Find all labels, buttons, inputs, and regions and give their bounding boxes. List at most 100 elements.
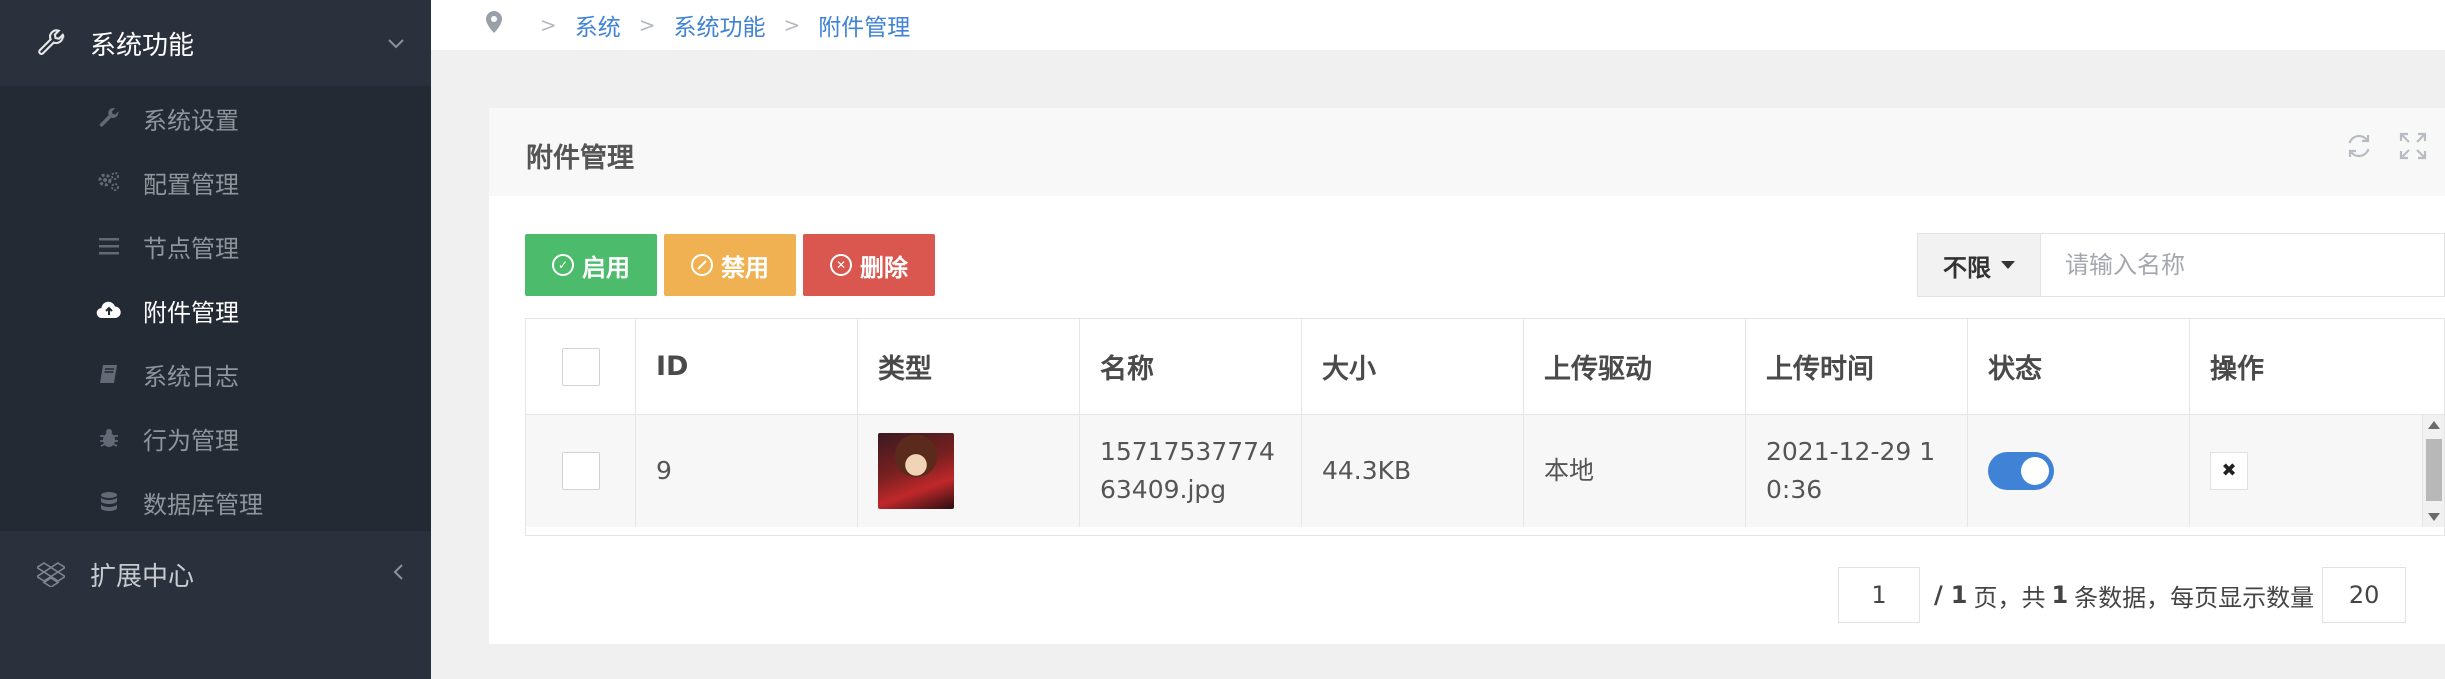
total-pages: 1	[1950, 581, 1968, 609]
refresh-icon[interactable]	[2345, 132, 2373, 167]
cell-status	[1968, 415, 2190, 527]
cell-size: 44.3KB	[1302, 415, 1524, 527]
upload-time: 2021-12-29 1 0:36	[1766, 433, 1935, 509]
fullscreen-icon[interactable]	[2399, 132, 2427, 167]
row-checkbox[interactable]	[561, 452, 600, 490]
submenu-system: 系统设置 配置管理 节点管理 附件管理 系统日志 行为管理 数据库管理	[0, 86, 431, 531]
wrench-icon	[36, 28, 66, 58]
file-name-line-1: 15717537774	[1100, 437, 1275, 466]
column-header-size[interactable]: 大小	[1302, 319, 1524, 414]
cell-upload-time: 2021-12-29 1 0:36	[1746, 415, 1968, 527]
scroll-down-icon[interactable]	[2428, 513, 2440, 521]
delete-row-icon[interactable]: ✖	[2210, 452, 2248, 490]
filter-dropdown-value: 不限	[1943, 253, 1991, 282]
panel-header: 附件管理	[489, 108, 2445, 196]
sidebar-item-config[interactable]: 配置管理	[0, 150, 431, 214]
list-icon	[96, 233, 122, 259]
image-thumbnail[interactable]	[878, 433, 954, 509]
page-number-input[interactable]	[1838, 567, 1920, 623]
sidebar-item-database[interactable]: 数据库管理	[0, 470, 431, 534]
upload-time-line-2: 0:36	[1766, 475, 1823, 504]
chevron-left-icon	[393, 562, 405, 586]
delete-button[interactable]: ✕ 删除	[803, 234, 935, 296]
table-scrollbar[interactable]	[2422, 415, 2444, 527]
page-separator: /	[1934, 581, 1943, 609]
column-header-status[interactable]: 状态	[1968, 319, 2190, 414]
upload-time-line-1: 2021-12-29 1	[1766, 437, 1936, 466]
header-select-cell	[526, 319, 636, 414]
table-row: 9 15717537774 63409.jpg 44.3KB 本地 2021-1…	[526, 415, 2422, 527]
disable-button[interactable]: 禁用	[664, 234, 796, 296]
caret-down-icon	[2001, 261, 2015, 269]
breadcrumb-link-system-functions[interactable]: 系统功能	[674, 8, 766, 42]
cell-id: 9	[636, 415, 858, 527]
scroll-up-icon[interactable]	[2428, 421, 2440, 429]
file-name-line-2: 63409.jpg	[1100, 475, 1227, 504]
breadcrumb: > 系统 > 系统功能 > 附件管理	[431, 0, 2445, 50]
dropbox-icon	[36, 559, 66, 589]
panel-tools	[2345, 132, 2427, 167]
table-header: ID 类型 名称 大小 上传驱动 上传时间 状态 操作	[526, 319, 2444, 415]
status-toggle[interactable]	[1988, 452, 2054, 490]
sidebar-item-label: 系统设置	[143, 106, 239, 135]
sidebar-item-logs[interactable]: 系统日志	[0, 342, 431, 406]
sidebar-item-attachments[interactable]: 附件管理	[0, 278, 431, 342]
column-header-id[interactable]: ID	[636, 319, 858, 414]
file-name: 15717537774 63409.jpg	[1100, 433, 1290, 509]
enable-button[interactable]: ✓ 启用	[525, 234, 657, 296]
attachments-table: ID 类型 名称 大小 上传驱动 上传时间 状态 操作 9 1571753777…	[525, 318, 2445, 536]
cell-name: 15717537774 63409.jpg	[1080, 415, 1302, 527]
scrollbar-thumb[interactable]	[2426, 439, 2442, 501]
sidebar-item-nodes[interactable]: 节点管理	[0, 214, 431, 278]
breadcrumb-link-system[interactable]: 系统	[575, 8, 621, 42]
sidebar-item-label: 行为管理	[143, 426, 239, 455]
page-size-input[interactable]	[2322, 567, 2407, 623]
total-records: 1	[2051, 581, 2069, 609]
cloud-upload-icon	[96, 297, 122, 323]
sidebar-item-label: 附件管理	[143, 298, 239, 327]
menu-group-extensions[interactable]: 扩展中心	[0, 531, 431, 617]
delete-button-label: 删除	[860, 253, 908, 282]
search-input[interactable]	[2041, 233, 2445, 297]
breadcrumb-separator-icon: >	[783, 13, 801, 37]
breadcrumb-link-attachments[interactable]: 附件管理	[818, 8, 910, 42]
column-header-upload-time[interactable]: 上传时间	[1746, 319, 1968, 414]
database-icon	[96, 489, 122, 515]
menu-group-system[interactable]: 系统功能	[0, 0, 431, 86]
records-text: 条数据，每页显示数量	[2074, 583, 2315, 612]
toggle-knob	[2021, 457, 2049, 485]
column-header-driver[interactable]: 上传驱动	[1524, 319, 1746, 414]
sidebar-item-system-settings[interactable]: 系统设置	[0, 86, 431, 150]
filter-dropdown[interactable]: 不限	[1917, 233, 2041, 297]
ban-icon	[691, 254, 713, 276]
sidebar-item-label: 数据库管理	[143, 490, 263, 519]
enable-button-label: 启用	[582, 253, 630, 282]
sidebar-item-label: 系统日志	[143, 362, 239, 391]
times-circle-icon: ✕	[830, 254, 852, 276]
menu-group-label: 扩展中心	[90, 561, 195, 592]
row-select-cell	[526, 415, 636, 527]
wrench-icon	[96, 105, 122, 131]
sidebar-item-label: 配置管理	[143, 170, 239, 199]
cell-driver: 本地	[1524, 415, 1746, 527]
column-header-actions: 操作	[2210, 354, 2264, 385]
bug-icon	[96, 425, 122, 451]
pagination: / 1 页，共 1 条数据，每页显示数量	[1838, 567, 2407, 623]
column-header-type[interactable]: 类型	[858, 319, 1080, 414]
chevron-down-icon	[387, 31, 405, 55]
breadcrumb-separator-icon: >	[540, 13, 557, 37]
pages-text: 页，共	[1973, 583, 2046, 612]
map-marker-icon	[486, 11, 502, 39]
menu-group-label: 系统功能	[90, 30, 195, 61]
attachments-panel: 附件管理 ✓ 启用 禁用 ✕ 删除 不限 ID	[489, 108, 2445, 644]
select-all-checkbox[interactable]	[561, 347, 600, 386]
sidebar-item-label: 节点管理	[143, 234, 239, 263]
sidebar: 系统功能 系统设置 配置管理 节点管理 附件管理 系统日志 行为管理 数据库管理…	[0, 0, 431, 679]
cogs-icon	[96, 169, 122, 195]
breadcrumb-separator-icon: >	[638, 13, 656, 37]
sidebar-item-behavior[interactable]: 行为管理	[0, 406, 431, 470]
disable-button-label: 禁用	[721, 253, 769, 282]
cell-type	[858, 415, 1080, 527]
column-header-name[interactable]: 名称	[1080, 319, 1302, 414]
cell-actions: ✖	[2190, 415, 2422, 527]
